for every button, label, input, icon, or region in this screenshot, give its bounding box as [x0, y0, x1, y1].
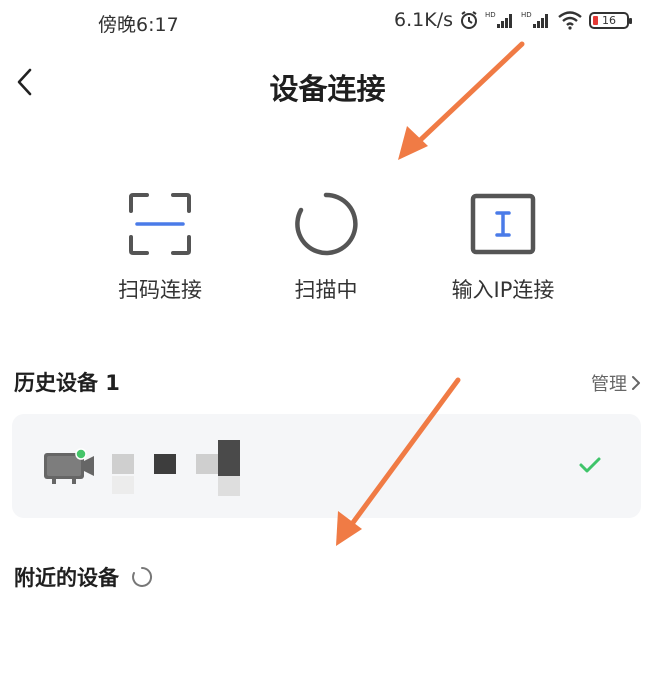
nearby-devices-label: 附近的设备 — [14, 566, 119, 590]
hd-signal-icon: HD — [485, 11, 512, 28]
scanning-button[interactable]: 扫描中 — [246, 188, 406, 304]
redacted-device-name — [196, 454, 218, 474]
chevron-right-icon — [632, 376, 640, 390]
alarm-icon — [461, 11, 477, 29]
nearby-devices-title: 附近的设备 — [14, 562, 153, 592]
manage-button[interactable]: 管理 — [591, 370, 641, 396]
redacted-device-name — [154, 454, 176, 474]
redacted-device-name — [112, 476, 134, 494]
svg-text:HD: HD — [485, 11, 496, 19]
history-devices-title: 历史设备 1 — [14, 371, 120, 395]
wifi-icon — [558, 11, 582, 30]
redacted-device-name — [218, 476, 240, 496]
status-bar-right: 6.1K/s HD HD 16 — [394, 9, 632, 31]
hd-signal-icon: HD — [521, 11, 548, 28]
qr-connect-label: 扫码连接 — [118, 278, 202, 302]
scanning-label: 扫描中 — [294, 278, 358, 302]
ip-connect-label: 输入IP连接 — [451, 278, 555, 302]
redacted-device-name — [218, 440, 240, 476]
svg-text:HD: HD — [521, 11, 532, 19]
manage-label: 管理 — [591, 374, 627, 395]
loading-spinner-icon — [132, 566, 153, 587]
redacted-device-name — [112, 454, 134, 474]
ip-connect-button[interactable]: 输入IP连接 — [423, 188, 583, 304]
qr-scan-icon — [124, 188, 196, 260]
page-title: 设备连接 — [269, 72, 386, 106]
status-time: 傍晚6:17 — [98, 14, 179, 36]
tv-device-icon — [44, 448, 94, 484]
battery-icon: 16 — [589, 11, 632, 29]
battery-level: 16 — [602, 13, 616, 27]
history-device-item[interactable] — [12, 414, 641, 518]
loading-ring-icon — [290, 188, 362, 260]
qr-connect-button[interactable]: 扫码连接 — [80, 188, 240, 304]
ip-input-icon — [467, 188, 539, 260]
connected-check-icon — [579, 457, 601, 473]
network-speed: 6.1K/s — [394, 9, 453, 31]
